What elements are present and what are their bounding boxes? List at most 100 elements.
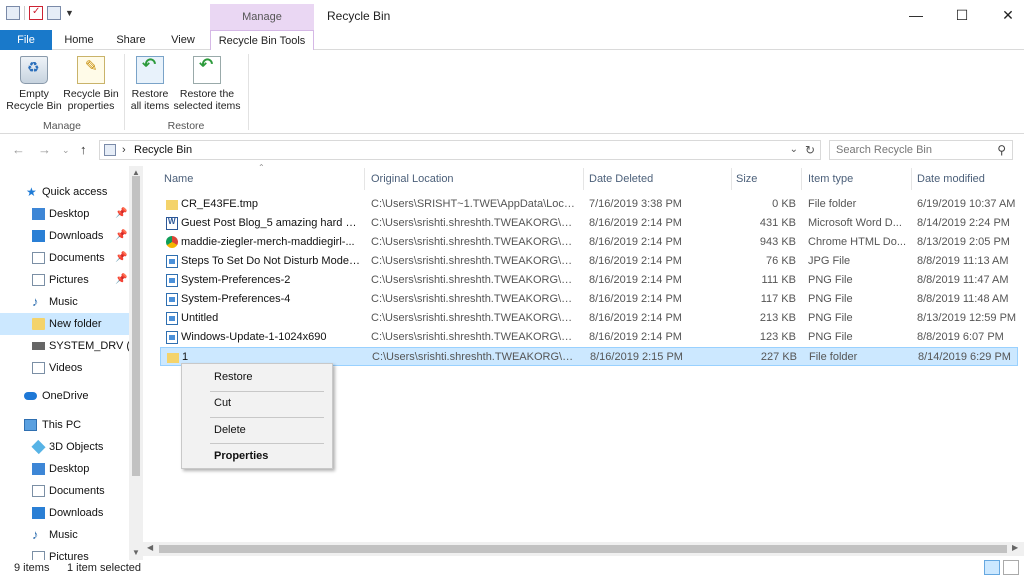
table-row[interactable]: System-Preferences-2 C:\Users\srishti.shr… xyxy=(160,271,1018,290)
table-row[interactable]: Steps To Set Do Not Disturb Mode ... C:\U… xyxy=(160,252,1018,271)
pin-icon[interactable]: 📌 xyxy=(115,247,127,269)
tab-share[interactable]: Share xyxy=(108,30,154,50)
column-header-item-type[interactable]: Item type xyxy=(808,168,908,190)
music-icon: ♪ xyxy=(32,294,39,309)
scroll-down-icon[interactable]: ▼ xyxy=(132,548,140,557)
pin-icon[interactable]: 📌 xyxy=(115,269,127,291)
pin-icon[interactable]: 📌 xyxy=(115,203,127,225)
table-row[interactable]: maddie-ziegler-merch-maddiegirl-... C:\Us… xyxy=(160,233,1018,252)
column-header-date-modified[interactable]: Date modified xyxy=(917,168,1017,190)
sidebar-item-onedrive[interactable]: OneDrive xyxy=(0,385,129,407)
sidebar-item-quick-access[interactable]: ★ Quick access xyxy=(0,181,129,203)
column-divider[interactable] xyxy=(364,168,365,190)
address-bar[interactable]: › Recycle Bin ⌄ ↻ xyxy=(99,140,821,160)
restore-all-button[interactable]: Restore all items xyxy=(128,56,172,112)
pin-icon[interactable]: 📌 xyxy=(115,225,127,247)
sidebar-item-downloads[interactable]: Downloads 📌 xyxy=(0,225,129,247)
refresh-icon[interactable]: ↻ xyxy=(805,143,815,157)
tab-home[interactable]: Home xyxy=(56,30,102,50)
navigation-pane[interactable]: ★ Quick access Desktop 📌 Downloads 📌 Doc… xyxy=(0,166,143,560)
sidebar-item-label: Music xyxy=(49,529,78,541)
restore-selected-button[interactable]: Restore the selected items xyxy=(172,56,242,112)
sidebar-item-label: Documents xyxy=(49,252,105,264)
breadcrumb-chevron-icon[interactable]: › xyxy=(122,144,126,156)
recent-locations-icon[interactable]: ⌄ xyxy=(62,145,70,156)
maximize-button[interactable]: ☐ xyxy=(939,0,985,30)
address-dropdown-icon[interactable]: ⌄ xyxy=(790,144,798,155)
close-button[interactable]: ✕ xyxy=(985,0,1024,30)
cell-size: 943 KB xyxy=(759,236,796,248)
cell-size: 117 KB xyxy=(760,293,796,305)
menu-item-delete[interactable]: Delete xyxy=(182,419,332,441)
sidebar-item-music[interactable]: ♪ Music xyxy=(0,291,129,313)
file-list-horizontal-scrollbar[interactable]: ◀ ▶ xyxy=(143,542,1024,556)
sidebar-item-new-folder[interactable]: New folder xyxy=(0,313,129,335)
cube-icon xyxy=(31,439,46,455)
breadcrumb-recycle-bin[interactable]: Recycle Bin xyxy=(134,144,192,156)
search-input[interactable] xyxy=(830,141,990,159)
column-divider[interactable] xyxy=(583,168,584,190)
tab-file[interactable]: File xyxy=(0,30,52,50)
minimize-button[interactable]: — xyxy=(893,0,939,30)
table-row[interactable]: Guest Post Blog_5 amazing hard dr... C:\U… xyxy=(160,214,1018,233)
sidebar-item-documents[interactable]: Documents 📌 xyxy=(0,247,129,269)
cell-name: maddie-ziegler-merch-maddiegirl-... xyxy=(181,236,355,248)
sidebar-item-pictures[interactable]: Pictures 📌 xyxy=(0,269,129,291)
back-button[interactable]: ← xyxy=(12,142,25,157)
scroll-left-icon[interactable]: ◀ xyxy=(147,543,153,552)
scrollbar-thumb[interactable] xyxy=(159,545,1007,553)
column-divider[interactable] xyxy=(731,168,732,190)
search-icon[interactable]: ⚲ xyxy=(997,143,1006,157)
sidebar-item-this-pc[interactable]: This PC xyxy=(0,414,129,436)
empty-recycle-bin-button[interactable]: Empty Recycle Bin xyxy=(6,56,62,112)
cell-type: JPG File xyxy=(808,255,851,267)
sidebar-item-desktop-pc[interactable]: Desktop xyxy=(0,458,129,480)
sidebar-scrollbar[interactable]: ▲ ▼ xyxy=(129,166,143,560)
cell-modified: 8/8/2019 11:47 AM xyxy=(917,274,1009,286)
menu-item-cut[interactable]: Cut xyxy=(182,392,332,414)
recycle-bin-small-icon[interactable] xyxy=(6,6,20,20)
image-file-icon xyxy=(166,312,178,325)
star-icon: ★ xyxy=(26,185,37,199)
scrollbar-thumb[interactable] xyxy=(132,176,140,476)
customize-dropdown-icon[interactable]: ▼ xyxy=(65,8,74,18)
sidebar-item-desktop[interactable]: Desktop 📌 xyxy=(0,203,129,225)
sidebar-item-downloads-pc[interactable]: Downloads xyxy=(0,502,129,524)
sidebar-item-music-pc[interactable]: ♪ Music xyxy=(0,524,129,546)
ribbon: Empty Recycle Bin Recycle Bin properties… xyxy=(0,50,1024,134)
large-icons-view-button[interactable] xyxy=(1003,560,1019,575)
sidebar-item-videos[interactable]: Videos xyxy=(0,357,129,379)
sidebar-item-3d-objects[interactable]: 3D Objects xyxy=(0,436,129,458)
table-row[interactable]: CR_E43FE.tmp C:\Users\SRISHT~1.TWE\AppDat… xyxy=(160,195,1018,214)
tab-view[interactable]: View xyxy=(160,30,206,50)
menu-item-restore[interactable]: Restore xyxy=(182,366,332,388)
menu-item-properties[interactable]: Properties xyxy=(182,445,332,467)
toolbar-divider xyxy=(24,6,25,20)
scroll-right-icon[interactable]: ▶ xyxy=(1012,543,1018,552)
details-view-button[interactable] xyxy=(984,560,1000,575)
cell-type: File folder xyxy=(808,198,857,210)
search-box[interactable]: ⚲ xyxy=(829,140,1013,160)
properties-check-icon[interactable] xyxy=(29,6,43,20)
column-divider[interactable] xyxy=(911,168,912,190)
recycle-bin-properties-button[interactable]: Recycle Bin properties xyxy=(62,56,120,112)
tab-recycle-bin-tools[interactable]: Recycle Bin Tools xyxy=(210,30,314,51)
sidebar-item-documents-pc[interactable]: Documents xyxy=(0,480,129,502)
new-folder-icon[interactable] xyxy=(47,6,61,20)
column-header-date-deleted[interactable]: Date Deleted xyxy=(589,168,729,190)
sidebar-item-label: SYSTEM_DRV (D xyxy=(49,340,129,352)
column-header-name[interactable]: Name xyxy=(164,168,362,190)
sidebar-item-system-drv[interactable]: SYSTEM_DRV (D xyxy=(0,335,129,357)
table-row[interactable]: System-Preferences-4 C:\Users\srishti.shr… xyxy=(160,290,1018,309)
cell-location: C:\Users\srishti.shreshth.TWEAKORG\Des..… xyxy=(371,293,579,305)
cell-modified: 8/8/2019 11:48 AM xyxy=(917,293,1009,305)
cell-size: 0 KB xyxy=(772,198,796,210)
menu-divider xyxy=(210,417,324,418)
column-header-original-location[interactable]: Original Location xyxy=(371,168,581,190)
table-row[interactable]: Untitled C:\Users\srishti.shreshth.TWEAKO… xyxy=(160,309,1018,328)
table-row[interactable]: Windows-Update-1-1024x690 C:\Users\srisht… xyxy=(160,328,1018,347)
column-divider[interactable] xyxy=(801,168,802,190)
up-button[interactable]: ↑ xyxy=(80,142,87,157)
column-header-size[interactable]: Size xyxy=(736,168,798,190)
forward-button[interactable]: → xyxy=(38,142,51,157)
